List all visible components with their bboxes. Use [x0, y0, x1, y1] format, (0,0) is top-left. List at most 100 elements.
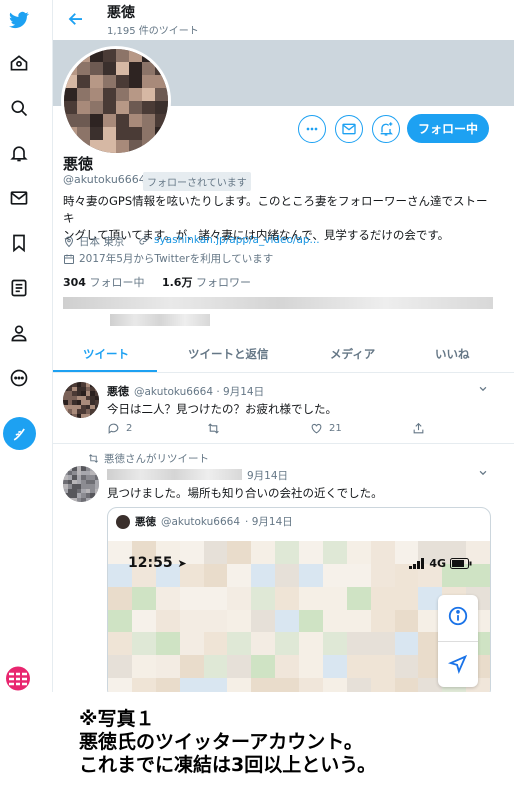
avatar-mosaic-image	[63, 466, 99, 502]
message-button[interactable]	[335, 115, 363, 143]
caption-line: 悪徳氏のツイッターアカウント。	[79, 731, 363, 753]
chevron-down-icon[interactable]	[478, 384, 488, 394]
tweet-date[interactable]: 9月14日	[247, 468, 288, 483]
twitter-bird-icon[interactable]	[6, 7, 32, 33]
twitter-profile-screen: 悪徳 1,195 件のツイート フォロー中 悪徳 @akutoku6664 フォ…	[0, 0, 514, 692]
like-count: 21	[329, 423, 342, 434]
tweet-divider	[53, 443, 514, 444]
tab-media[interactable]: メディア	[330, 346, 375, 362]
location-text: 日本 東京	[79, 236, 125, 248]
photo-caption: ※写真１ 悪徳氏のツイッターアカウント。 これまでに凍結は3回以上という。	[79, 708, 376, 777]
messages-envelope-icon[interactable]	[6, 185, 32, 211]
bell-plus-icon	[380, 122, 393, 136]
follows-you-badge: フォローされています	[143, 172, 251, 191]
notifications-bell-icon[interactable]	[6, 140, 32, 166]
profile-joined: 2017年5月からTwitterを利用しています	[63, 251, 273, 266]
map-controls-divider	[438, 641, 478, 642]
tweet-avatar[interactable]	[63, 382, 99, 418]
quoted-author-name: 悪徳	[135, 516, 156, 528]
caption-line: ※写真１	[79, 708, 155, 730]
phone-time-text: 12:55	[128, 555, 173, 571]
tweet-handle: @akutoku6664	[134, 386, 214, 398]
avatar-mosaic-image	[63, 382, 99, 418]
profile-handle: @akutoku6664	[63, 173, 146, 186]
tab-tweets[interactable]: ツイート	[83, 346, 129, 362]
share-icon	[413, 422, 424, 434]
tweet-text: 見つけました。場所も知り合いの会社の近くでした。	[107, 486, 383, 500]
blurred-followers-you-know	[110, 314, 210, 326]
profile-link[interactable]: syashinkan.jp/app/a_video/ap...	[138, 234, 320, 246]
following-label: フォロー中	[89, 276, 145, 289]
profile-avatar[interactable]	[61, 46, 171, 156]
active-tab-indicator	[53, 370, 157, 372]
link-icon	[139, 235, 149, 245]
tab-likes[interactable]: いいね	[435, 346, 470, 362]
followers-count: 1.6万	[161, 276, 193, 289]
info-icon[interactable]	[447, 605, 469, 627]
profile-tabs: ツイート ツイートと返信 メディア いいね	[53, 338, 514, 373]
navigation-arrow-icon[interactable]	[447, 653, 469, 675]
link-text[interactable]: syashinkan.jp/app/a_video/ap...	[154, 234, 320, 246]
phone-status-right: 4G	[409, 557, 472, 570]
following-button[interactable]: フォロー中	[407, 114, 489, 143]
header-profile-name: 悪徳	[107, 5, 135, 21]
more-actions-button[interactable]	[298, 115, 326, 143]
phone-status-time: 12:55 ➤	[128, 555, 187, 571]
more-dots-icon	[306, 127, 318, 131]
tweet-avatar[interactable]	[63, 466, 99, 502]
tweet-author-name[interactable]: 悪徳	[107, 383, 129, 399]
quoted-date: · 9月14日	[245, 516, 293, 528]
retweet-icon	[208, 423, 219, 434]
calendar-icon	[64, 254, 74, 264]
home-icon[interactable]	[6, 50, 32, 76]
left-navigation	[0, 0, 40, 692]
location-pin-icon	[64, 236, 74, 247]
battery-icon	[450, 558, 472, 569]
bio-line: 時々妻のGPS情報を呟いたりします。このところ妻をフォローワーさん達でストーキ	[63, 194, 488, 225]
quoted-tweet-header: 悪徳 @akutoku6664 · 9月14日	[116, 514, 293, 529]
tab-tweets-and-replies[interactable]: ツイートと返信	[188, 346, 269, 362]
blurred-author-name	[107, 469, 242, 480]
heart-icon	[311, 423, 322, 434]
joined-text: 2017年5月からTwitterを利用しています	[79, 253, 274, 265]
followers-count-link[interactable]: 1.6万 フォロワー	[162, 276, 251, 289]
reply-action[interactable]: 2	[107, 422, 132, 435]
notify-button[interactable]	[372, 115, 400, 143]
profile-location: 日本 東京	[63, 234, 124, 249]
quoted-tweet-card[interactable]: 悪徳 @akutoku6664 · 9月14日 12:55 ➤ 4G	[107, 507, 491, 692]
quoted-avatar	[116, 514, 130, 529]
profile-header-bar: 悪徳 1,195 件のツイート	[53, 0, 514, 40]
site-logo-icon	[3, 665, 33, 692]
like-action[interactable]: 21	[310, 422, 342, 435]
back-arrow-icon[interactable]	[67, 10, 85, 28]
caption-line: これまでに凍結は3回以上という。	[79, 754, 377, 776]
retweet-context: 悪徳さんがリツイート	[88, 451, 209, 466]
lists-icon[interactable]	[6, 275, 32, 301]
map-controls	[438, 595, 478, 687]
signal-bars-icon	[409, 558, 425, 569]
explore-search-icon[interactable]	[6, 95, 32, 121]
bookmark-icon[interactable]	[6, 230, 32, 256]
network-label: 4G	[429, 557, 446, 570]
tweet-author-handle: @akutoku6664 · 9月14日	[134, 384, 264, 399]
tweet-text: 今日は二人？見つけたの？お疲れ様でした。	[107, 402, 337, 416]
blurred-followers-you-know	[63, 297, 493, 309]
followers-label: フォロワー	[195, 276, 251, 289]
location-arrow-icon: ➤	[177, 557, 187, 570]
quoted-author-handle: @akutoku6664	[161, 515, 241, 528]
envelope-icon	[342, 123, 356, 135]
following-count: 304	[63, 276, 86, 289]
more-circle-icon[interactable]	[6, 365, 32, 391]
following-count-link[interactable]: 304 フォロー中	[63, 276, 144, 289]
retweet-action[interactable]	[207, 422, 220, 435]
share-action[interactable]	[412, 422, 425, 435]
retweet-label[interactable]: 悪徳さんがリツイート	[104, 451, 209, 466]
chevron-down-icon[interactable]	[478, 468, 488, 478]
tweet-date[interactable]: · 9月14日	[216, 386, 264, 398]
profile-name: 悪徳	[63, 155, 94, 173]
retweet-icon	[89, 454, 98, 463]
compose-tweet-icon[interactable]	[3, 417, 36, 450]
follow-counts: 304 フォロー中 1.6万 フォロワー	[63, 274, 251, 290]
profile-person-icon[interactable]	[6, 320, 32, 346]
phone-map-screenshot[interactable]: 12:55 ➤ 4G	[108, 541, 490, 692]
